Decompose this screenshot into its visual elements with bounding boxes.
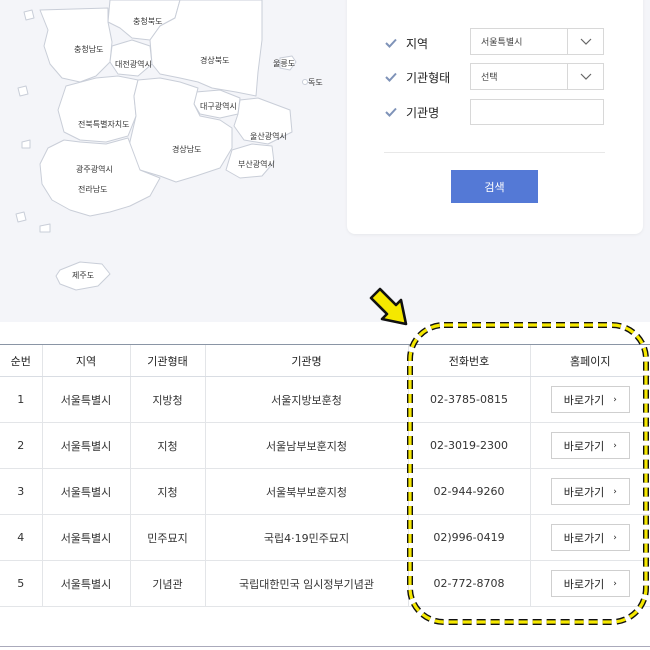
- label-jeonbuk: 전북특별자치도: [78, 119, 130, 129]
- row-region: 서울특별시: [41, 468, 130, 515]
- region-select-value: 서울특별시: [481, 38, 523, 48]
- label-chungbuk: 충청북도: [133, 17, 162, 26]
- label-gwangju: 광주광역시: [76, 164, 113, 174]
- label-chungnam: 충청남도: [74, 45, 103, 54]
- row-homepage: 바로가기 ›: [529, 468, 650, 515]
- link-label: 바로가기: [563, 439, 605, 453]
- table-header-row: 순번 지역 기관형태 기관명 전화번호 홈페이지: [0, 344, 650, 377]
- link-label: 바로가기: [563, 531, 605, 545]
- row-homepage: 바로가기 ›: [529, 514, 650, 561]
- region-select[interactable]: 서울특별시: [470, 28, 604, 55]
- type-select-value: 선택: [481, 73, 498, 83]
- region-jeonbuk[interactable]: [57, 75, 139, 143]
- row-phone: 02-3785-0815: [407, 376, 530, 423]
- region-label: 지역: [406, 36, 429, 55]
- row-type: 지청: [129, 422, 205, 469]
- label-daegu: 대구광역시: [200, 101, 237, 111]
- chevron-down-icon[interactable]: [567, 29, 603, 54]
- header-type: 기관형태: [129, 344, 205, 377]
- row-phone: 02-772-8708: [407, 560, 530, 607]
- search-panel: 지역 서울특별시 기관형태 선택 기관명 검색: [347, 0, 643, 234]
- header-phone: 전화번호: [407, 344, 530, 377]
- chevron-right-icon: ›: [613, 486, 617, 497]
- row-region: 서울특별시: [41, 560, 130, 607]
- row-phone: 02)996-0419: [407, 514, 530, 561]
- name-label: 기관명: [406, 105, 440, 124]
- search-button[interactable]: 검색: [451, 170, 538, 203]
- link-label: 바로가기: [563, 485, 605, 499]
- chevron-right-icon: ›: [613, 532, 617, 543]
- row-no: 3: [0, 468, 42, 515]
- homepage-link-button[interactable]: 바로가기 ›: [550, 524, 630, 551]
- row-type: 민주묘지: [129, 514, 205, 561]
- table-row: 5 서울특별시 기념관 국립대한민국 임시정부기념관 02-772-8708 바…: [0, 560, 650, 607]
- row-name: 국립대한민국 임시정부기념관: [204, 560, 408, 607]
- region-dokdo[interactable]: [302, 79, 308, 85]
- type-label: 기관형태: [406, 70, 451, 89]
- name-row: 기관명: [384, 99, 440, 125]
- link-label: 바로가기: [563, 393, 605, 407]
- chevron-right-icon: ›: [613, 394, 617, 405]
- chevron-down-icon[interactable]: [567, 64, 603, 89]
- homepage-link-button[interactable]: 바로가기 ›: [550, 478, 630, 505]
- row-no: 2: [0, 422, 42, 469]
- header-region: 지역: [41, 344, 130, 377]
- row-name: 서울북부보훈지청: [204, 468, 408, 515]
- table-row: 4 서울특별시 민주묘지 국립4·19민주묘지 02)996-0419 바로가기…: [0, 514, 650, 561]
- type-select[interactable]: 선택: [470, 63, 604, 90]
- row-type: 지방청: [129, 376, 205, 423]
- row-region: 서울특별시: [41, 422, 130, 469]
- homepage-link-button[interactable]: 바로가기 ›: [550, 570, 630, 597]
- row-type: 기념관: [129, 560, 205, 607]
- bottom-divider: [0, 646, 650, 647]
- row-homepage: 바로가기 ›: [529, 560, 650, 607]
- label-gyeongbuk: 경상북도: [200, 55, 229, 65]
- row-name: 서울지방보훈청: [204, 376, 408, 423]
- row-phone: 02-3019-2300: [407, 422, 530, 469]
- label-gyeongnam: 경상남도: [172, 144, 201, 154]
- chevron-right-icon: ›: [613, 440, 617, 451]
- row-region: 서울특별시: [41, 376, 130, 423]
- row-name: 국립4·19민주묘지: [204, 514, 408, 561]
- link-label: 바로가기: [563, 577, 605, 591]
- name-input[interactable]: [470, 99, 604, 125]
- row-type: 지청: [129, 468, 205, 515]
- label-ulleungdo: 울릉도: [273, 59, 295, 68]
- homepage-link-button[interactable]: 바로가기 ›: [550, 432, 630, 459]
- label-jeju: 제주도: [72, 271, 94, 280]
- table-row: 2 서울특별시 지청 서울남부보훈지청 02-3019-2300 바로가기 ›: [0, 422, 650, 469]
- table-row: 3 서울특별시 지청 서울북부보훈지청 02-944-9260 바로가기 ›: [0, 468, 650, 515]
- row-homepage: 바로가기 ›: [529, 422, 650, 469]
- check-icon: [385, 38, 397, 48]
- header-homepage: 홈페이지: [529, 344, 650, 377]
- label-daejeon: 대전광역시: [115, 59, 152, 69]
- header-name: 기관명: [204, 344, 408, 377]
- label-dokdo: 독도: [308, 78, 323, 87]
- row-no: 4: [0, 514, 42, 561]
- region-row: 지역: [384, 30, 429, 56]
- row-phone: 02-944-9260: [407, 468, 530, 515]
- result-table: 순번 지역 기관형태 기관명 전화번호 홈페이지 1 서울특별시 지방청 서울지…: [0, 344, 650, 607]
- region-daejeon[interactable]: [109, 39, 153, 77]
- divider: [384, 152, 605, 153]
- label-ulsan: 울산광역시: [250, 131, 287, 141]
- row-name: 서울남부보훈지청: [204, 422, 408, 469]
- check-icon: [385, 107, 397, 117]
- chevron-right-icon: ›: [613, 578, 617, 589]
- row-region: 서울특별시: [41, 514, 130, 561]
- homepage-link-button[interactable]: 바로가기 ›: [550, 386, 630, 413]
- korea-map: 충청북도 충청남도 대전광역시 경상북도 울릉도 독도 대구광역시 전북특별자치…: [15, 0, 323, 291]
- label-jeonnam: 전라남도: [78, 184, 107, 194]
- row-homepage: 바로가기 ›: [529, 376, 650, 423]
- row-no: 1: [0, 376, 42, 423]
- row-no: 5: [0, 560, 42, 607]
- label-busan: 부산광역시: [238, 159, 275, 169]
- table-row: 1 서울특별시 지방청 서울지방보훈청 02-3785-0815 바로가기 ›: [0, 376, 650, 423]
- map-section: 충청북도 충청남도 대전광역시 경상북도 울릉도 독도 대구광역시 전북특별자치…: [0, 0, 650, 322]
- header-no: 순번: [0, 344, 42, 377]
- type-row: 기관형태: [384, 64, 451, 90]
- check-icon: [385, 72, 397, 82]
